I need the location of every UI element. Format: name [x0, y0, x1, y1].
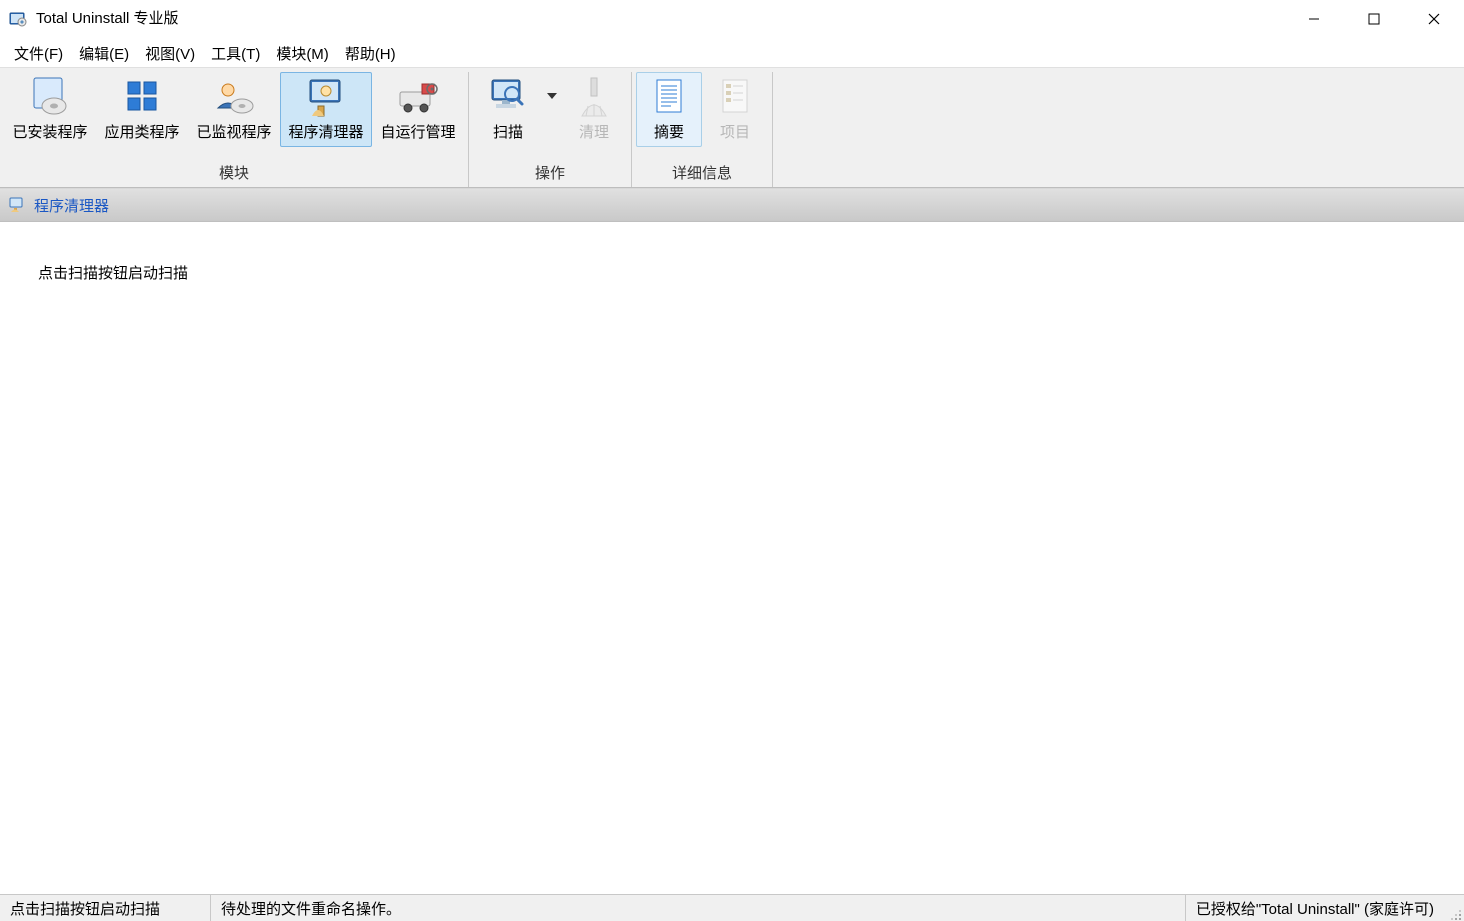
ribbon-btn-items: 项目: [702, 72, 768, 147]
app-programs-icon: [120, 75, 164, 119]
status-left: 点击扫描按钮启动扫描: [0, 895, 210, 921]
ribbon-btn-label: 扫描: [493, 125, 523, 142]
ribbon-btn-label: 应用类程序: [104, 125, 179, 142]
menu-modules[interactable]: 模块(M): [268, 41, 337, 66]
menu-tools[interactable]: 工具(T): [203, 41, 268, 66]
titlebar: Total Uninstall 专业版: [0, 0, 1464, 39]
ribbon-btn-scan-dropdown[interactable]: [543, 72, 561, 120]
scan-prompt-text: 点击扫描按钮启动扫描: [38, 262, 188, 283]
ribbon-btn-app-programs[interactable]: 应用类程序: [96, 72, 188, 147]
ribbon-btn-summary[interactable]: 摘要: [636, 72, 702, 147]
ribbon-btn-label: 自运行管理: [380, 125, 455, 142]
program-cleaner-small-icon: [8, 196, 26, 214]
maximize-button[interactable]: [1344, 0, 1404, 38]
ribbon-group-modules: 已安装程序 应用类程序: [0, 72, 469, 187]
ribbon: 已安装程序 应用类程序: [0, 67, 1464, 188]
menu-help[interactable]: 帮助(H): [337, 41, 404, 66]
ribbon-group-label: 操作: [473, 160, 627, 185]
ribbon-btn-autorun-manager[interactable]: 自运行管理: [372, 72, 464, 147]
ribbon-btn-monitored-programs[interactable]: 已监视程序: [188, 72, 280, 147]
content-area: 点击扫描按钮启动扫描: [0, 222, 1464, 894]
ribbon-btn-program-cleaner[interactable]: 程序清理器: [280, 72, 372, 147]
app-icon: [8, 9, 28, 29]
monitored-programs-icon: [212, 75, 256, 119]
ribbon-btn-label: 已安装程序: [12, 125, 87, 142]
resize-grip-icon: [1450, 909, 1462, 921]
autorun-icon: [396, 75, 440, 119]
resize-grip[interactable]: [1444, 893, 1464, 921]
ribbon-btn-scan[interactable]: 扫描: [473, 72, 543, 147]
status-right: 已授权给"Total Uninstall" (家庭许可): [1185, 895, 1444, 921]
ribbon-btn-label: 清理: [579, 125, 609, 142]
minimize-button[interactable]: [1284, 0, 1344, 38]
ribbon-group-operations: 扫描: [469, 72, 632, 187]
menu-view[interactable]: 视图(V): [137, 41, 203, 66]
ribbon-btn-label: 摘要: [654, 125, 684, 142]
ribbon-btn-label: 已监视程序: [196, 125, 271, 142]
items-icon: [717, 75, 753, 119]
clean-icon: [576, 75, 612, 119]
summary-icon: [651, 75, 687, 119]
ribbon-btn-installed-programs[interactable]: 已安装程序: [4, 72, 96, 147]
window-title: Total Uninstall 专业版: [36, 0, 1284, 38]
chevron-down-icon: [547, 93, 557, 99]
program-cleaner-icon: [304, 75, 348, 119]
menu-file[interactable]: 文件(F): [6, 41, 71, 66]
close-button[interactable]: [1404, 0, 1464, 38]
ribbon-btn-label: 项目: [720, 125, 750, 142]
ribbon-group-details: 摘要 项目: [632, 72, 773, 187]
menu-edit[interactable]: 编辑(E): [71, 41, 137, 66]
scan-icon: [488, 75, 528, 119]
installed-programs-icon: [28, 75, 72, 119]
ribbon-btn-clean: 清理: [561, 72, 627, 147]
ribbon-btn-label: 程序清理器: [288, 125, 363, 142]
ribbon-group-label: 详细信息: [636, 160, 768, 185]
status-middle: 待处理的文件重命名操作。: [210, 895, 1185, 921]
section-header: 程序清理器: [0, 188, 1464, 222]
ribbon-group-label: 模块: [4, 160, 464, 185]
menubar: 文件(F) 编辑(E) 视图(V) 工具(T) 模块(M) 帮助(H): [0, 39, 1464, 67]
section-title: 程序清理器: [34, 195, 109, 216]
statusbar: 点击扫描按钮启动扫描 待处理的文件重命名操作。 已授权给"Total Unins…: [0, 894, 1464, 921]
